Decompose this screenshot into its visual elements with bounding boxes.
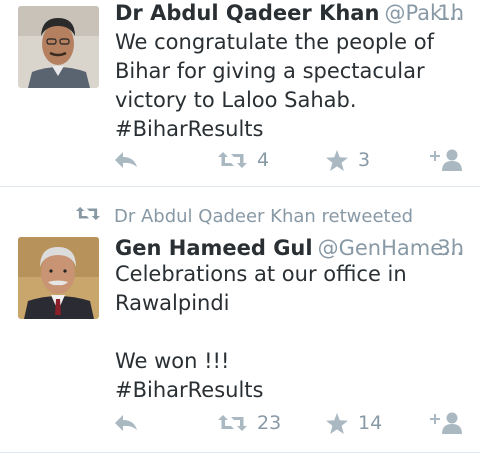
favorite-star-icon: [326, 412, 348, 434]
tweet-text: Celebrations at our office in Rawalpindi…: [115, 262, 407, 402]
retweet-button[interactable]: 4: [218, 146, 269, 174]
tweet-header: Dr Abdul Qadeer Khan @Pak... 1h: [115, 0, 464, 26]
reply-button[interactable]: [114, 409, 138, 437]
reply-icon: [114, 414, 138, 432]
tweet-actions: 23 14: [0, 409, 480, 437]
favorite-button[interactable]: 3: [326, 146, 370, 174]
tweet-text: We congratulate the people of Bihar for …: [115, 30, 434, 141]
favorite-count: 14: [358, 412, 383, 434]
follow-icon: [430, 149, 462, 171]
favorite-count: 3: [358, 149, 371, 171]
reply-button[interactable]: [114, 146, 138, 174]
avatar[interactable]: [18, 237, 99, 319]
favorite-star-icon: [326, 149, 348, 171]
favorite-button[interactable]: 14: [326, 409, 382, 437]
timestamp: 3h: [437, 236, 464, 260]
follow-button[interactable]: [430, 409, 462, 437]
timestamp: 1h: [437, 1, 464, 25]
retweet-icon: [218, 150, 247, 170]
tweet[interactable]: Dr Abdul Qadeer Khan @Pak... 1h We congra…: [0, 0, 480, 186]
display-name[interactable]: Gen Hameed Gul: [115, 236, 313, 260]
retweet-count: 4: [257, 149, 270, 171]
tweet[interactable]: Gen Hameed Gul @GenHame... 3h Celebration…: [0, 187, 480, 453]
reply-icon: [114, 151, 138, 169]
retweet-icon: [218, 413, 247, 433]
avatar[interactable]: [18, 6, 99, 88]
retweet-count: 23: [257, 412, 282, 434]
follow-icon: [430, 412, 462, 434]
retweet-button[interactable]: 23: [218, 409, 281, 437]
tweet-header: Gen Hameed Gul @GenHame... 3h: [115, 235, 464, 261]
display-name[interactable]: Dr Abdul Qadeer Khan: [115, 1, 379, 25]
tweet-actions: 4 3: [0, 146, 480, 174]
follow-button[interactable]: [430, 146, 462, 174]
